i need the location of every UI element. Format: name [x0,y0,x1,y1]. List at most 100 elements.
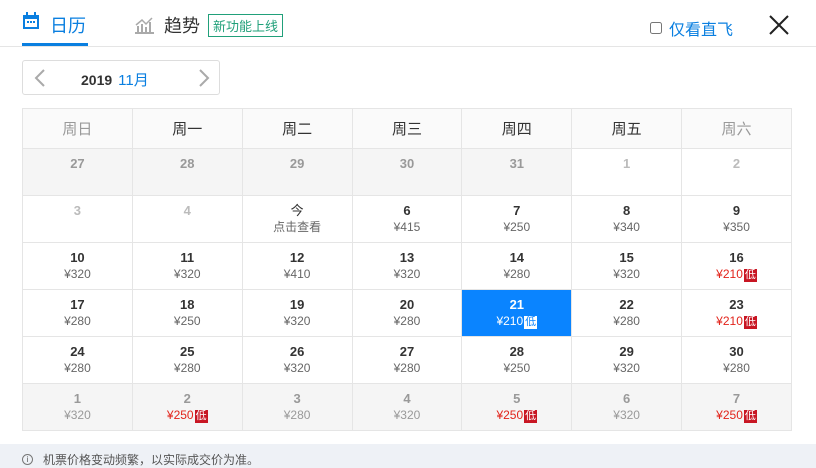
view-tabs: 日历 趋势 新功能上线 仅看直飞 [0,0,816,47]
calendar-day[interactable]: 4 ¥320 [351,383,463,431]
day-number: 11 [180,250,195,265]
calendar-day[interactable]: 26 ¥320 [241,336,353,384]
calendar-day[interactable]: 20 ¥280 [351,289,463,337]
calendar-day[interactable]: 17 ¥280 [22,289,133,337]
calendar-day[interactable]: 22 ¥280 [571,289,683,337]
day-price-row: ¥320 [572,360,681,376]
direct-only-filter[interactable]: 仅看直飞 [650,16,733,40]
calendar-day[interactable]: 25 ¥280 [131,336,243,384]
lowest-price-badge: 低 [743,410,757,423]
close-icon[interactable] [766,12,792,38]
calendar-day[interactable]: 10 ¥320 [22,242,133,290]
day-price: ¥210 [716,267,743,281]
calendar-day[interactable]: 2 [681,148,792,196]
calendar-day[interactable]: 29 ¥320 [571,336,683,384]
calendar-day[interactable]: 30 [351,148,463,196]
day-price: ¥280 [173,361,201,375]
calendar-day[interactable]: 5 ¥250 低 [461,383,573,431]
day-price-row: ¥280 [572,313,681,329]
day-number: 4 [183,203,191,218]
day-price-row: ¥320 [572,407,681,423]
calendar-day[interactable]: 1 [571,148,683,196]
lowest-price-badge: 低 [743,316,757,329]
day-number: 今 [290,203,304,218]
calendar-icon [23,12,39,29]
calendar-day[interactable]: 13 ¥320 [351,242,463,290]
calendar-day[interactable]: 2 ¥250 低 [131,383,243,431]
calendar-day[interactable]: 7 ¥250 低 [681,383,792,431]
calendar-day[interactable]: 1 ¥320 [22,383,133,431]
calendar-week: 1 ¥320 2 ¥250 低 3 ¥280 4 ¥320 5 ¥250 低 6 ¥320 7 ¥250 低 [22,383,792,431]
calendar-day[interactable]: 3 [22,195,133,243]
weekday-0: 周日 [22,108,133,149]
calendar-day[interactable]: 28 [131,148,243,196]
next-month-icon[interactable] [193,67,213,89]
calendar-day[interactable]: 11 ¥320 [131,242,243,290]
lowest-price-badge: 低 [524,410,538,423]
day-price: ¥280 [64,314,91,328]
calendar-day[interactable]: 28 ¥250 [461,336,573,384]
price-calendar: 周日 周一 周二 周三 周四 周五 周六 27 28 29 30 31 1 2 3 4 今点击查看 6 ¥415 7… [22,108,792,431]
day-price-row: ¥280 [133,360,242,376]
day-price-row: ¥210 低 [462,313,571,329]
calendar-day[interactable]: 18 ¥250 [131,289,243,337]
calendar-day[interactable]: 27 [22,148,133,196]
day-number: 9 [732,203,741,218]
day-number: 29 [619,344,634,359]
calendar-day[interactable]: 15 ¥320 [571,242,683,290]
tab-calendar[interactable]: 日历 [22,12,88,46]
day-price: ¥280 [503,267,531,281]
calendar-day[interactable]: 今点击查看 [241,195,353,243]
day-number: 29 [289,156,305,171]
day-price-row: ¥250 [462,219,571,235]
calendar-day[interactable]: 30 ¥280 [681,336,792,384]
lowest-price-badge: 低 [524,316,538,329]
direct-only-checkbox[interactable] [650,22,662,34]
calendar-day[interactable]: 23 ¥210 低 [681,289,792,337]
day-price-row: ¥280 [353,313,462,329]
day-price-row: ¥320 [353,266,462,282]
day-price: ¥320 [393,267,421,281]
calendar-day[interactable]: 24 ¥280 [22,336,133,384]
calendar-day[interactable]: 3 ¥280 [241,383,353,431]
day-price: ¥280 [723,361,750,375]
calendar-day[interactable]: 21 ¥210 低 [461,289,573,337]
day-price: ¥320 [64,408,91,422]
day-price: ¥210 [716,314,743,328]
calendar-day[interactable]: 4 [131,195,243,243]
calendar-day[interactable]: 8 ¥340 [571,195,683,243]
tab-trend-label: 趋势 [164,16,200,36]
day-price-row: ¥320 [23,266,132,282]
calendar-day[interactable]: 16 ¥210 低 [681,242,792,290]
day-number: 13 [399,250,415,265]
tab-trend[interactable]: 趋势 新功能上线 [135,12,284,38]
day-price: ¥415 [393,220,421,234]
day-number: 7 [513,203,521,218]
calendar-day[interactable]: 9 ¥350 [681,195,792,243]
weekday-header: 周日 周一 周二 周三 周四 周五 周六 [22,108,792,149]
calendar-day[interactable]: 12 ¥410 [241,242,353,290]
calendar-week: 27 28 29 30 31 1 2 [22,148,792,196]
calendar-day[interactable]: 14 ¥280 [461,242,573,290]
day-price-row: ¥280 [243,407,352,423]
calendar-week: 17 ¥280 18 ¥250 19 ¥320 20 ¥280 21 ¥210 低 22 ¥280 23 ¥… [22,289,792,337]
calendar-day[interactable]: 6 ¥415 [351,195,463,243]
price-notice: i 机票价格变动频繁，以实际成交价为准。 [0,444,816,468]
day-price-row: ¥250 [462,360,571,376]
calendar-day[interactable]: 7 ¥250 [461,195,573,243]
calendar-week: 3 4 今点击查看 6 ¥415 7 ¥250 8 ¥340 9 ¥350 [22,195,792,243]
calendar-day[interactable]: 27 ¥280 [351,336,463,384]
day-number: 21 [509,297,525,312]
calendar-day[interactable]: 29 [241,148,353,196]
day-price: ¥350 [723,220,750,234]
calendar-day[interactable]: 31 [461,148,573,196]
day-number: 1 [623,156,631,171]
day-price-row: ¥250 低 [462,407,571,423]
day-price-row: 点击查看 [243,219,352,235]
calendar-day[interactable]: 19 ¥320 [241,289,353,337]
day-price-row: ¥210 低 [682,313,791,329]
weekday-4: 周四 [461,108,573,149]
prev-month-icon[interactable] [31,67,51,89]
calendar-day[interactable]: 6 ¥320 [571,383,683,431]
day-price-row: ¥250 低 [682,407,791,423]
